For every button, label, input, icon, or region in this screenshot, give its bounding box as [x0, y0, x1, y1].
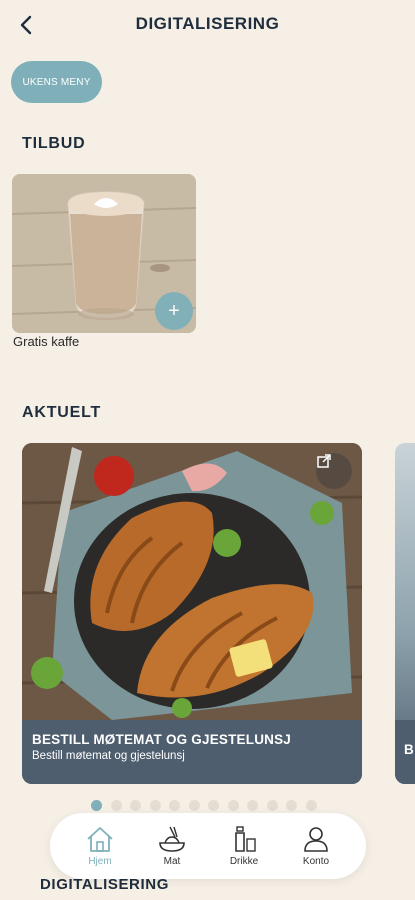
add-offer-button[interactable]: + [155, 292, 193, 330]
account-icon [304, 827, 328, 852]
offers-section-title: TILBUD [22, 135, 86, 152]
carousel-dot[interactable] [91, 800, 102, 811]
tab-account[interactable]: Konto [286, 825, 346, 867]
bottom-tab-bar: Hjem Mat Drikke Konto [50, 813, 366, 879]
offer-label: Gratis kaffe [13, 334, 80, 349]
carousel-dot[interactable] [208, 800, 219, 811]
carousel-dot[interactable] [305, 800, 317, 811]
news-section-title: AKTUELT [22, 404, 102, 421]
home-icon [87, 827, 113, 852]
external-link-icon [317, 454, 331, 468]
croissant-image [22, 443, 362, 720]
carousel-dot[interactable] [266, 800, 278, 811]
carousel-dot[interactable] [188, 800, 200, 811]
tab-home-label: Hjem [88, 856, 112, 867]
tab-food[interactable]: Mat [142, 825, 202, 867]
news-card-subtitle: Bestill møtemat og gjestelunsj [32, 750, 185, 762]
carousel-dot[interactable] [247, 800, 258, 811]
news-card-meeting-food[interactable]: BESTILL MØTEMAT OG GJESTELUNSJ Bestill m… [22, 443, 362, 784]
tab-drink[interactable]: Drikke [214, 825, 274, 867]
tab-food-label: Mat [163, 856, 181, 867]
carousel-dot[interactable] [227, 800, 239, 811]
carousel-dot[interactable] [169, 800, 180, 811]
external-link-button[interactable] [316, 453, 352, 489]
carousel-dot[interactable] [286, 800, 297, 811]
tab-home[interactable]: Hjem [70, 825, 130, 867]
carousel-dot[interactable] [110, 800, 122, 811]
news-card-next-title: B [395, 720, 415, 784]
tab-drink-label: Drikke [229, 856, 259, 867]
news-caption: BESTILL MØTEMAT OG GJESTELUNSJ Bestill m… [22, 720, 362, 784]
tab-account-label: Konto [302, 856, 330, 867]
news-card-title: BESTILL MØTEMAT OG GJESTELUNSJ [32, 732, 292, 747]
news-card-next[interactable]: B [395, 443, 415, 784]
carousel-dot[interactable] [149, 800, 161, 811]
header: DIGITALISERING [0, 0, 415, 50]
food-icon [159, 826, 185, 852]
page-title: DIGITALISERING [135, 14, 280, 33]
drink-icon [235, 826, 256, 852]
carousel-dot[interactable] [130, 800, 141, 811]
carousel-pager [91, 800, 317, 811]
weekly-menu-button[interactable]: UKENS MENY [11, 61, 102, 103]
